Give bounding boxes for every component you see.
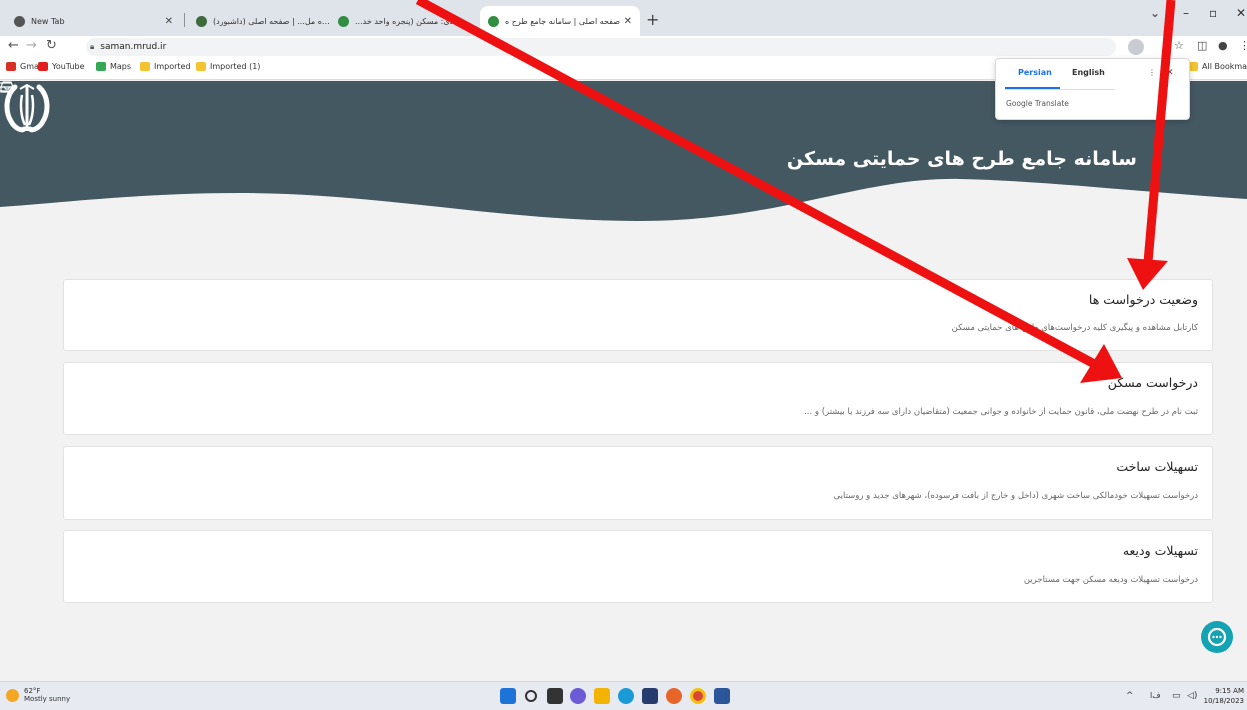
card-title: درخواست مسکن [1107, 375, 1198, 390]
start-icon[interactable] [500, 688, 516, 704]
card-title: تسهیلات ودیعه [1122, 543, 1198, 558]
page-title: سامانه جامع طرح های حمایتی مسکن [786, 148, 1137, 170]
tab-housing[interactable]: ...صفحه بندی: مسکن (پنجره واحد خد [330, 8, 480, 34]
close-icon[interactable]: ✕ [624, 16, 632, 27]
bookmark-youtube[interactable]: YouTube [38, 62, 85, 71]
more-menu-icon[interactable]: ⋮ [1239, 39, 1247, 52]
support-chat-button[interactable] [1201, 621, 1233, 653]
forward-button[interactable]: → [26, 38, 37, 53]
minimize-button[interactable]: – [1183, 6, 1189, 20]
edge-icon[interactable] [618, 688, 634, 704]
bookmark-imported-1[interactable]: Imported (1) [196, 62, 260, 71]
card-request-status[interactable]: وضعیت درخواست ها کارتابل مشاهده و پیگیری… [63, 279, 1213, 351]
tab-saman-home[interactable]: صفحه اصلی | سامانه جامع طرح ه ✕ [480, 6, 640, 36]
bookmark-star-icon[interactable]: ☆ [1174, 39, 1184, 52]
card-title: وضعیت درخواست ها [1088, 292, 1198, 307]
gmail-icon [6, 62, 16, 71]
url-text: saman.mrud.ir [100, 42, 167, 52]
language-indicator[interactable]: ﻑﺍ [1150, 691, 1161, 700]
system-clock[interactable]: 9:15 AM 10/18/2023 [1204, 686, 1244, 706]
all-bookmarks[interactable]: All Bookmarks [1188, 62, 1247, 71]
google-translate-label: Google Translate [1006, 99, 1069, 108]
emblem-icon [488, 15, 499, 27]
card-housing-request[interactable]: درخواست مسکن ثبت نام در طرح نهضت ملی، قا… [63, 362, 1213, 435]
profile-icon[interactable]: ● [1218, 39, 1228, 52]
translate-tab-english[interactable]: English [1072, 68, 1105, 77]
translate-popup: Persian English ⋮ ✕ Google Translate [995, 58, 1190, 120]
close-icon[interactable]: ✕ [165, 16, 173, 27]
card-description: کارتابل مشاهده و پیگیری کلیه درخواست‌های… [951, 323, 1198, 333]
reload-button[interactable]: ↻ [46, 38, 57, 53]
lock-icon: 🔒︎ [90, 42, 95, 51]
new-tab-button[interactable]: + [646, 10, 659, 29]
tab-new-tab[interactable]: New Tab ✕ [6, 8, 181, 34]
card-construction-loans[interactable]: تسهیلات ساخت درخواست تسهیلات خودمالکی سا… [63, 446, 1213, 520]
firefox-icon[interactable] [666, 688, 682, 704]
translate-close-icon[interactable]: ✕ [1166, 68, 1174, 78]
tray-chevron-icon[interactable]: ^ [1126, 691, 1134, 701]
search-icon[interactable] [525, 690, 537, 702]
translate-tab-persian[interactable]: Persian [1018, 68, 1052, 77]
chrome-taskbar-icon[interactable] [690, 688, 706, 704]
network-icon[interactable]: ▭ [1172, 691, 1181, 701]
tab-dashboard[interactable]: پنجره مل... | صفحه اصلی (داشبورد) [188, 8, 338, 34]
task-view-icon[interactable] [547, 688, 563, 704]
word-icon[interactable] [714, 688, 730, 704]
folder-icon [196, 62, 206, 71]
emblem-icon [196, 15, 207, 27]
tab-divider [1005, 89, 1115, 90]
chat-icon [1207, 627, 1227, 647]
browser-toolbar: ← → ↻ 🔒︎ saman.mrud.ir ☆ ◫ ● ⋮ [0, 36, 1247, 58]
card-description: ثبت نام در طرح نهضت ملی، قانون حمایت از … [804, 407, 1198, 417]
page-content: سامانه جامع طرح های حمایتی مسکن وضعیت در… [0, 81, 1247, 681]
temperature: 62°F [24, 687, 41, 695]
youtube-icon [38, 62, 48, 71]
store-icon[interactable] [642, 688, 658, 704]
iran-emblem-logo [4, 83, 50, 133]
card-title: تسهیلات ساخت [1116, 459, 1198, 474]
tab-separator [184, 13, 185, 27]
close-window-button[interactable]: ✕ [1236, 6, 1246, 20]
emblem-icon [338, 15, 349, 27]
card-description: درخواست تسهیلات ودیعه مسکن جهت مستاجرین [1023, 575, 1198, 585]
maximize-button[interactable]: ▫ [1209, 6, 1217, 20]
card-deposit-loans[interactable]: تسهیلات ودیعه درخواست تسهیلات ودیعه مسکن… [63, 530, 1213, 603]
windows-taskbar: 62°F Mostly sunny ^ ﻑﺍ ▭ ◁) 9:15 AM 10/1… [0, 681, 1247, 710]
chrome-icon [14, 15, 25, 27]
tab-strip: New Tab ✕ پنجره مل... | صفحه اصلی (داشبو… [0, 0, 1247, 36]
bookmark-maps[interactable]: Maps [96, 62, 131, 71]
tab-search-icon[interactable]: ⌄ [1150, 6, 1160, 20]
back-button[interactable]: ← [8, 38, 19, 53]
volume-icon[interactable]: ◁) [1187, 691, 1197, 701]
file-explorer-icon[interactable] [594, 688, 610, 704]
screen: New Tab ✕ پنجره مل... | صفحه اصلی (داشبو… [0, 0, 1247, 710]
side-panel-icon[interactable]: ◫ [1197, 39, 1207, 52]
weather-widget[interactable]: 62°F Mostly sunny [6, 687, 70, 703]
maps-icon [96, 62, 106, 71]
folder-icon [140, 62, 150, 71]
teams-chat-icon[interactable] [570, 688, 586, 704]
address-bar[interactable]: 🔒︎ saman.mrud.ir [86, 38, 1116, 56]
card-description: درخواست تسهیلات خودمالکی ساخت شهری (داخل… [833, 491, 1198, 501]
translate-icon[interactable] [1128, 39, 1144, 55]
bookmark-imported[interactable]: Imported [140, 62, 191, 71]
translate-options-icon[interactable]: ⋮ [1148, 68, 1156, 77]
sun-icon [6, 688, 19, 702]
weather-condition: Mostly sunny [24, 695, 71, 703]
